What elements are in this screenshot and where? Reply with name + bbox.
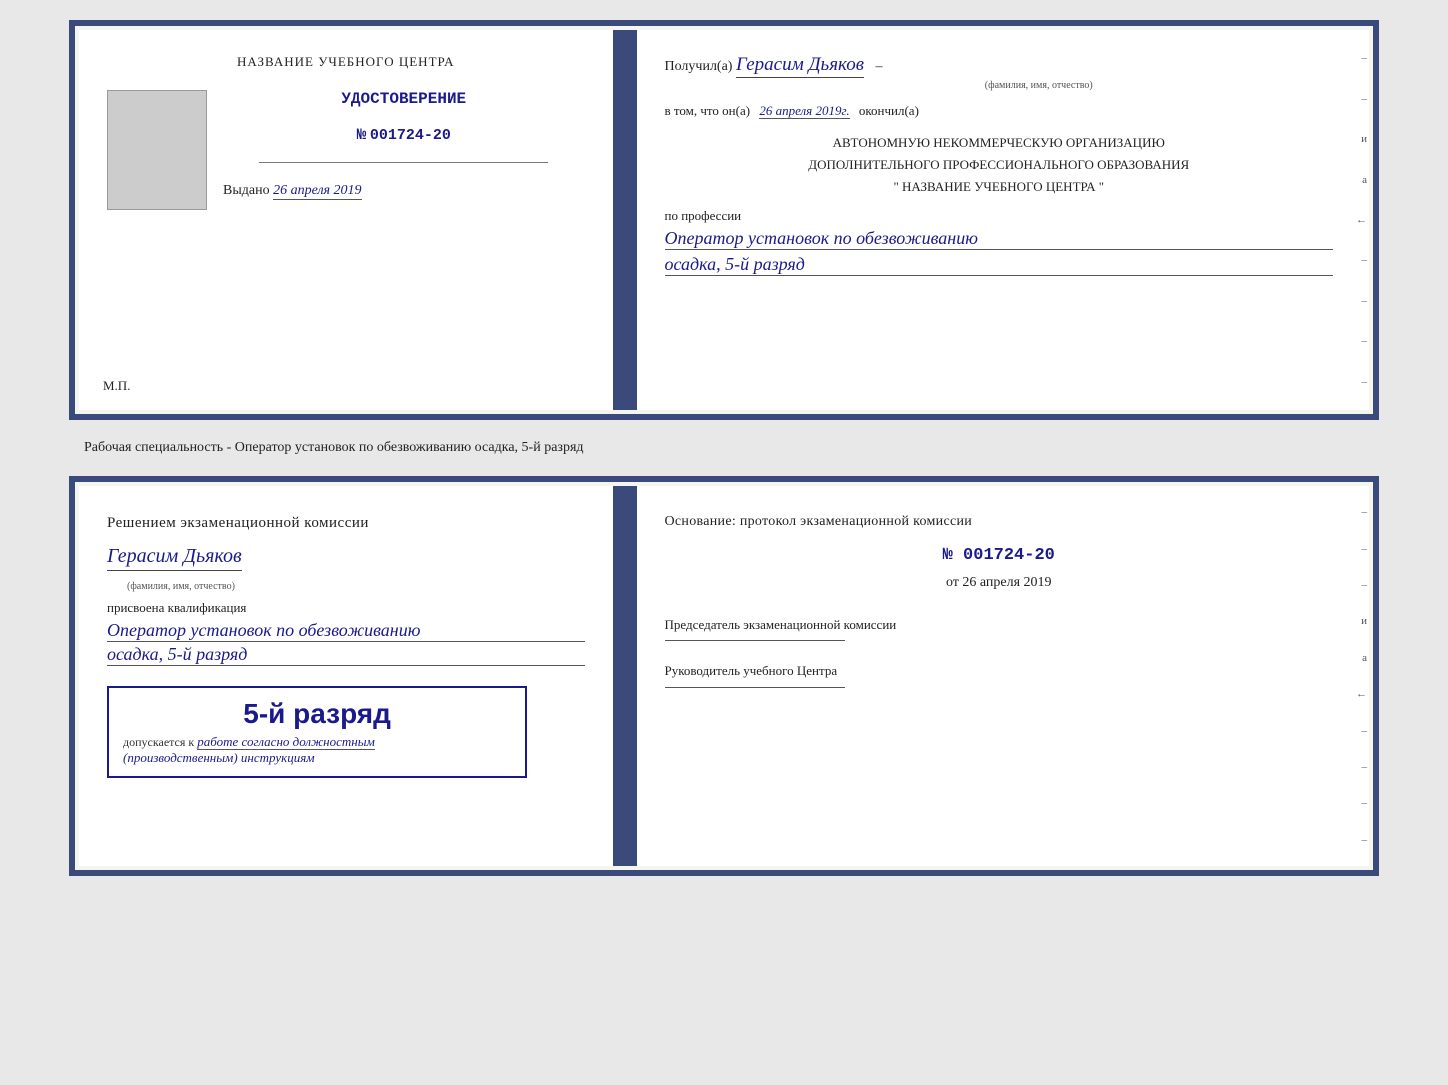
work-text: работе согласно должностным [197, 734, 375, 750]
bottom-document: Решением экзаменационной комиссии Гераси… [69, 476, 1379, 876]
po-professii-label: по профессии [665, 208, 1334, 224]
rank-value: осадка, 5-й разряд [665, 254, 1334, 276]
okonchil-label: окончил(а) [859, 103, 919, 118]
fio-sublabel: (фамилия, имя, отчество) [745, 80, 1334, 91]
rukovoditel-signature-line [665, 687, 845, 688]
bottom-fio-sublabel: (фамилия, имя, отчество) [127, 581, 585, 592]
dopuskaetsya-section: допускается к работе согласно должностны… [123, 734, 511, 766]
protocol-number-section: № 001724-20 [665, 546, 1334, 565]
prisvoena-label: присвоена квалификация [107, 600, 585, 616]
org-name-section: АВТОНОМНУЮ НЕКОММЕРЧЕСКУЮ ОРГАНИЗАЦИЮ ДО… [665, 132, 1334, 198]
decision-person-name: Герасим Дьяков [107, 545, 242, 571]
predsedatel-label: Председатель экзаменационной комиссии [665, 615, 1334, 635]
bottom-date-value: 26 апреля 2019 [962, 575, 1051, 590]
cert-label: УДОСТОВЕРЕНИЕ [223, 90, 585, 108]
separator-text: Рабочая специальность - Оператор установ… [84, 436, 1364, 460]
top-document: НАЗВАНИЕ УЧЕБНОГО ЦЕНТРА УДОСТОВЕРЕНИЕ №… [69, 20, 1379, 420]
issued-line: Выдано 26 апреля 2019 [223, 183, 585, 199]
decision-name-section: Герасим Дьяков (фамилия, имя, отчество) [107, 545, 585, 592]
rank-box-title: 5-й разряд [123, 698, 511, 730]
vtom-label: в том, что он(а) 26 апреля 2019г. окончи… [665, 103, 919, 118]
bottom-right-page: Основание: протокол экзаменационной коми… [634, 486, 1370, 866]
issued-label: Выдано [223, 183, 270, 198]
issued-date: 26 апреля 2019 [273, 183, 361, 200]
document-spine [616, 30, 634, 410]
mp-label: М.П. [103, 378, 130, 394]
profession-section: по профессии Оператор установок по обезв… [665, 208, 1334, 276]
predsedatel-signature-line [665, 640, 845, 641]
bottom-document-spine [616, 486, 634, 866]
photo-placeholder [107, 90, 207, 210]
side-marks-top: – – и а ← – – – – [1349, 30, 1369, 410]
poluchil-label: Получил(а) Герасим Дьяков – [665, 59, 883, 74]
bottom-left-page: Решением экзаменационной комиссии Гераси… [79, 486, 616, 866]
profession-value: Оператор установок по обезвоживанию [665, 228, 1334, 250]
dash-symbol: – [875, 59, 882, 74]
rank-box: 5-й разряд допускается к работе согласно… [107, 686, 527, 778]
cert-number-prefix: № [357, 126, 367, 144]
qual-line2: осадка, 5-й разряд [107, 644, 585, 666]
udostoverenie-label: УДОСТОВЕРЕНИЕ [341, 90, 466, 108]
instr-text: (производственным) инструкциям [123, 750, 315, 765]
date-from-section: от 26 апреля 2019 [665, 575, 1334, 591]
top-right-page: Получил(а) Герасим Дьяков – (фамилия, им… [634, 30, 1370, 410]
predsedatel-section: Председатель экзаменационной комиссии [665, 615, 1334, 642]
side-marks-bottom: – – – и а ← – – – – [1349, 486, 1369, 866]
protocol-number: № 001724-20 [665, 546, 1334, 565]
vtom-date: 26 апреля 2019г. [759, 103, 849, 119]
cert-number-line: № 001724-20 [223, 126, 585, 144]
decision-text: Решением экзаменационной комиссии [107, 510, 585, 537]
rukovoditel-section: Руководитель учебного Центра [665, 661, 1334, 688]
recipient-name: Герасим Дьяков [736, 54, 864, 78]
rukovoditel-label: Руководитель учебного Центра [665, 661, 1334, 681]
osnovanye-label: Основание: протокол экзаменационной коми… [665, 510, 1334, 534]
vtom-section: в том, что он(а) 26 апреля 2019г. окончи… [665, 101, 1334, 122]
qual-line1: Оператор установок по обезвоживанию [107, 620, 585, 642]
recipient-section: Получил(а) Герасим Дьяков – (фамилия, им… [665, 54, 1334, 91]
top-left-center-title: НАЗВАНИЕ УЧЕБНОГО ЦЕНТРА [107, 54, 585, 70]
cert-number-value: 001724-20 [370, 127, 451, 144]
top-left-page: НАЗВАНИЕ УЧЕБНОГО ЦЕНТРА УДОСТОВЕРЕНИЕ №… [79, 30, 616, 410]
